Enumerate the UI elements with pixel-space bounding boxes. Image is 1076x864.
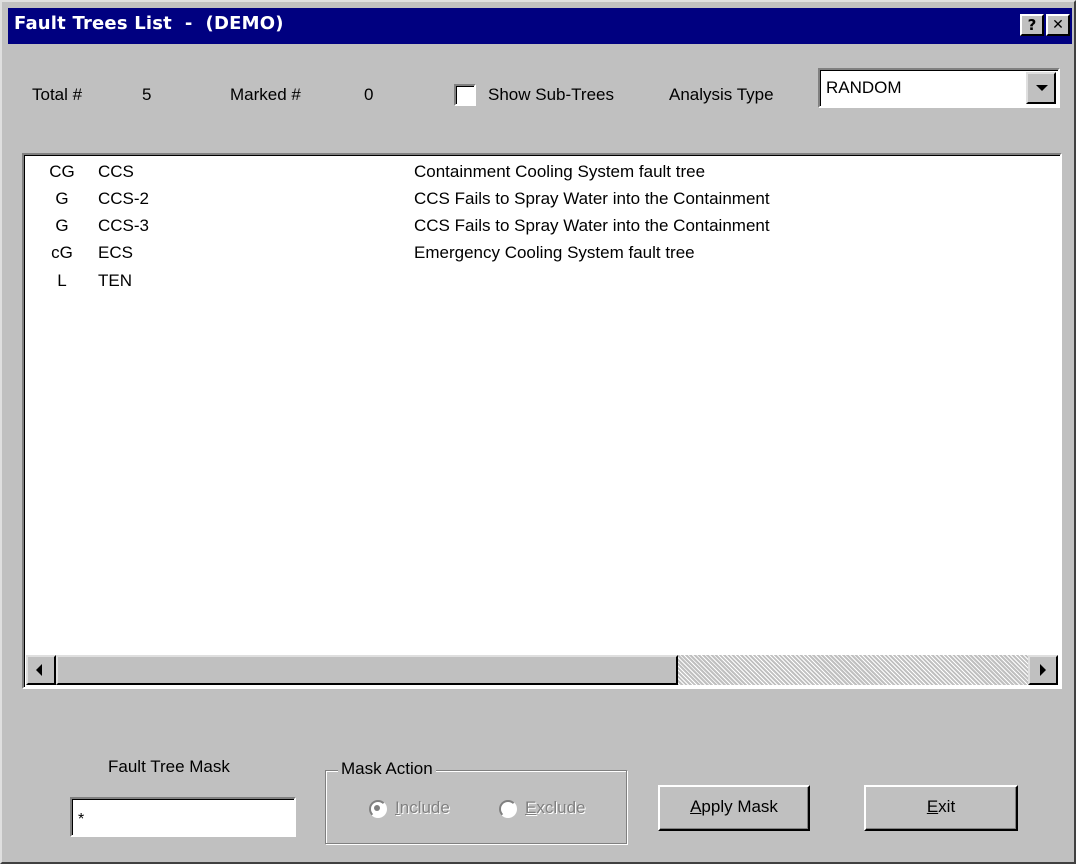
exclude-radio[interactable] bbox=[499, 800, 517, 818]
mask-label: Fault Tree Mask bbox=[108, 757, 230, 776]
row-flag: G bbox=[55, 189, 69, 208]
row-name: TEN bbox=[98, 271, 132, 290]
arrow-right-icon bbox=[1040, 664, 1046, 676]
mask-value: * bbox=[78, 811, 85, 828]
include-label[interactable]: Include bbox=[395, 798, 450, 818]
horizontal-scrollbar[interactable] bbox=[26, 655, 1058, 685]
show-subtrees-label[interactable]: Show Sub-Trees bbox=[488, 85, 614, 105]
apply-mask-button[interactable]: Apply Mask bbox=[658, 785, 810, 831]
row-name: CCS bbox=[98, 162, 134, 181]
mask-input[interactable]: * bbox=[70, 797, 296, 837]
radio-selected-dot bbox=[374, 805, 380, 811]
total-label: Total # bbox=[32, 85, 83, 104]
row-flag: cG bbox=[51, 243, 73, 262]
marked-label: Marked # bbox=[230, 85, 301, 104]
row-flag: G bbox=[55, 216, 69, 235]
row-flag: L bbox=[57, 271, 67, 290]
dropdown-button[interactable] bbox=[1026, 72, 1056, 104]
row-name: CCS-2 bbox=[98, 189, 150, 208]
title-bar[interactable]: Fault Trees List - (DEMO) ? ✕ bbox=[8, 8, 1072, 44]
list-item[interactable]: cG ECS Emergency Cooling System fault tr… bbox=[24, 243, 1054, 271]
analysis-type-value: RANDOM bbox=[826, 78, 902, 97]
arrow-left-icon bbox=[36, 664, 42, 676]
list-item[interactable]: G CCS-2 CCS Fails to Spray Water into th… bbox=[24, 189, 1054, 217]
scroll-right-button[interactable] bbox=[1028, 655, 1058, 685]
fault-tree-list[interactable]: CG CCS Containment Cooling System fault … bbox=[22, 153, 1062, 689]
row-description: CCS Fails to Spray Water into the Contai… bbox=[414, 216, 770, 235]
analysis-type-select[interactable]: RANDOM bbox=[818, 68, 1060, 108]
analysis-type-label: Analysis Type bbox=[669, 85, 774, 104]
row-flag: CG bbox=[49, 162, 75, 181]
row-name: ECS bbox=[98, 243, 133, 262]
exit-button[interactable]: Exit bbox=[864, 785, 1018, 831]
window-title: Fault Trees List - (DEMO) bbox=[14, 13, 284, 34]
marked-value: 0 bbox=[364, 85, 374, 104]
row-description: Containment Cooling System fault tree bbox=[414, 162, 706, 181]
list-item[interactable]: G CCS-3 CCS Fails to Spray Water into th… bbox=[24, 216, 1054, 244]
list-item[interactable]: CG CCS Containment Cooling System fault … bbox=[24, 162, 1054, 190]
row-name: CCS-3 bbox=[98, 216, 150, 235]
include-radio[interactable] bbox=[369, 800, 387, 818]
chevron-down-icon bbox=[1036, 85, 1048, 91]
scroll-thumb[interactable] bbox=[56, 655, 678, 685]
mask-action-legend: Mask Action bbox=[338, 759, 436, 779]
help-button[interactable]: ? bbox=[1020, 14, 1044, 36]
total-value: 5 bbox=[142, 85, 152, 104]
exclude-label[interactable]: Exclude bbox=[525, 798, 585, 818]
list-item[interactable]: L TEN bbox=[24, 271, 1054, 299]
show-subtrees-checkbox[interactable] bbox=[454, 84, 476, 106]
row-description: CCS Fails to Spray Water into the Contai… bbox=[414, 189, 770, 208]
row-description: Emergency Cooling System fault tree bbox=[414, 243, 695, 262]
scroll-left-button[interactable] bbox=[26, 655, 56, 685]
close-button[interactable]: ✕ bbox=[1046, 14, 1070, 36]
